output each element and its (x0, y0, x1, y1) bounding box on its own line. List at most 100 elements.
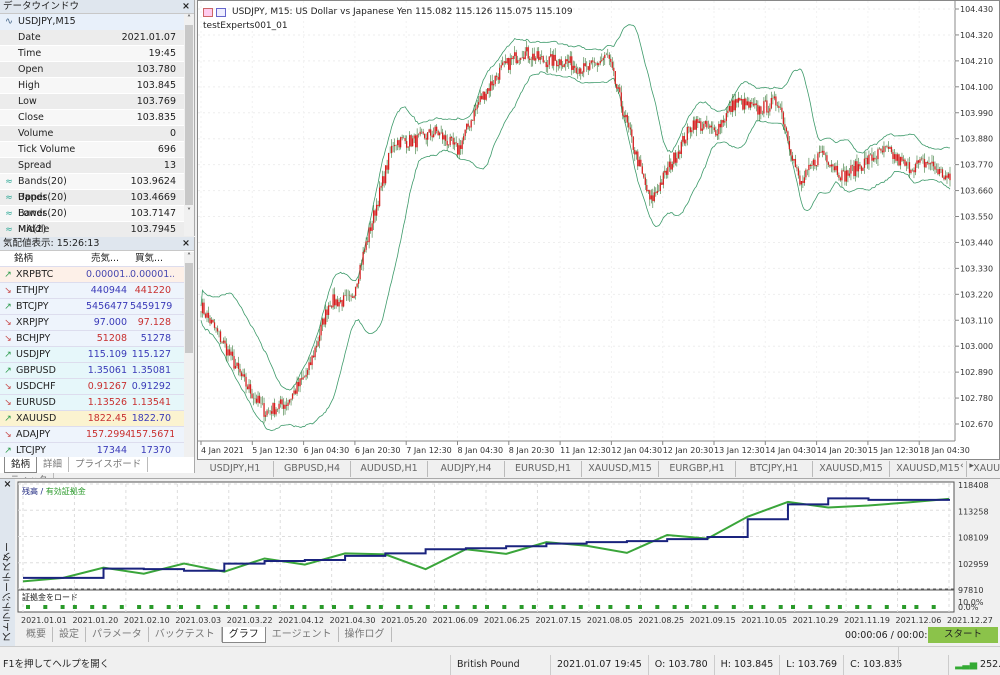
arrow-up-icon: ↗ (4, 350, 12, 360)
row-key: High (18, 80, 40, 91)
scrollbar[interactable]: ˄ ˅ (184, 14, 194, 236)
indicator-icon: ≈ (5, 225, 13, 235)
deposit-marker (867, 605, 872, 609)
tester-tab[interactable]: エージェント (266, 627, 339, 642)
symbol-row[interactable]: ↘ BCHJPY 51208 51278 (0, 331, 194, 347)
chart-bars-icon[interactable] (216, 7, 226, 17)
ask-price: 0.91292 (131, 381, 171, 392)
chart-tab[interactable]: AUDUSD,H1 (351, 461, 428, 477)
time-tick-label: 8 Jan 20:30 (509, 446, 555, 455)
price-tick-label: 102.780 (960, 394, 993, 403)
chart-tab[interactable]: EURGBP,H1 (659, 461, 736, 477)
data-row: ≈ Bands(20) Lower 103.4669 (0, 190, 194, 219)
symbol-row[interactable]: ↗ GBPUSD 1.35061 1.35081 (0, 363, 194, 379)
deposit-marker (531, 605, 536, 609)
market-watch-title-text: 気配値表示: 15:26:13 (3, 238, 100, 249)
symbol-name: EURUSD (16, 397, 56, 408)
deposit-marker (455, 605, 460, 609)
status-help: F1を押してヘルプを開く (3, 659, 110, 670)
chart-canvas[interactable]: 104.430 104.320 104.210 104.100 103.990 103.8… (198, 1, 1000, 461)
deposit-marker (332, 605, 336, 609)
tester-tab[interactable]: 設定 (53, 627, 86, 642)
time-tick-label: 4 Jan 2021 (201, 446, 244, 455)
tester-tab[interactable]: パラメータ (86, 627, 149, 642)
chart-tab[interactable]: XAUUSD,M15 (890, 461, 967, 477)
row-value: 696 (157, 144, 176, 155)
symbol-row[interactable]: ↗ BTCJPY 5456477 5459179 (0, 299, 194, 315)
ask-price: 441220 (134, 285, 171, 296)
chart-tab[interactable]: XAUUSD,M15 (582, 461, 659, 477)
price-tick-label: 104.320 (960, 31, 993, 40)
market-watch-tab[interactable]: 詳細 (37, 457, 70, 472)
chart-grid-icon[interactable] (203, 7, 213, 17)
data-window: データウインドウ × ∿ USDJPY,M15 Date 2021.01.07 Time… (0, 0, 195, 238)
chart-tab[interactable]: BTCJPY,H1 (736, 461, 813, 477)
market-watch-tab[interactable]: 銘柄 (4, 457, 38, 473)
row-key: Tick Volume (18, 144, 76, 155)
tab-scroll-arrows[interactable]: ‹ ▸ (960, 461, 974, 471)
bid-price: 1.35061 (87, 365, 127, 376)
status-profile[interactable]: British Pound (450, 655, 550, 675)
date-tick-label: 2021.02.10 (124, 616, 170, 625)
tester-tab[interactable]: 操作ログ (339, 627, 392, 642)
symbol-row[interactable]: ↗ USDJPY 115.109 115.127 (0, 347, 194, 363)
tester-tab[interactable]: バックテスト (149, 627, 222, 642)
legend-legend_sep: / (38, 487, 46, 496)
bid-price: 440944 (90, 285, 127, 296)
y-tick-label: 97810 (958, 586, 983, 595)
status-high: H: 103.845 (713, 655, 780, 675)
deposit-marker (549, 605, 554, 609)
start-button[interactable]: スタート (928, 627, 998, 643)
strategy-tester: × ストラテジーテスター 118408 113258 108109 102959 978… (0, 478, 1000, 646)
tester-tabs: 概要 設定 パラメータ バックテスト グラフ エージェント 操作ログ (20, 627, 392, 643)
column-symbol[interactable]: 銘柄 (8, 251, 78, 266)
deposit-marker (672, 605, 677, 609)
symbol-row[interactable]: ↘ USDCHF 0.91267 0.91292 (0, 379, 194, 395)
tester-tab[interactable]: 概要 (20, 627, 53, 642)
status-connection[interactable]: ▂▃▅ 252.71 ms (948, 655, 1000, 675)
row-value: 2021.01.07 (121, 32, 176, 43)
symbol-row[interactable]: ↗ LTCJPY 17344 17370 (0, 443, 194, 457)
close-icon[interactable]: × (0, 479, 15, 490)
date-tick-label: 2021.03.22 (227, 616, 273, 625)
arrow-up-icon: ↗ (4, 270, 12, 280)
symbol-row[interactable]: ↘ ETHJPY 440944 441220 (0, 283, 194, 299)
symbol-row[interactable]: ↘ ADAJPY 157.2994 157.5671 (0, 427, 194, 443)
deposit-marker (749, 605, 754, 609)
deposit-marker (243, 605, 248, 609)
deposit-marker (90, 605, 95, 609)
data-row: ≈ Bands(20) Upper 103.9624 (0, 174, 194, 203)
symbol-name: BTCJPY (16, 301, 49, 312)
scrollbar[interactable]: ˄ (184, 252, 194, 457)
tester-side-label: × ストラテジーテスター (0, 479, 15, 646)
market-watch-tab[interactable]: プライスボード (69, 457, 149, 472)
symbol-name: ETHJPY (16, 285, 50, 296)
data-row: ≈ Bands(20) Middle 103.7147 (0, 206, 194, 235)
symbol-row[interactable]: ↗ XAUUSD 1822.45 1822.70 (0, 411, 194, 427)
arrow-up-icon: ↗ (4, 414, 12, 424)
chart-tab[interactable]: AUDJPY,H4 (428, 461, 505, 477)
deposit-marker (213, 605, 218, 609)
price-chart[interactable]: 104.430 104.320 104.210 104.100 103.990 103.8… (197, 0, 1000, 460)
status-bar: F1を押してヘルプを開く British Pound 2021.01.07 19:4… (0, 646, 1000, 675)
symbol-row[interactable]: ↘ EURUSD 1.13526 1.13541 (0, 395, 194, 411)
deposit-marker (561, 605, 566, 609)
chart-tab[interactable]: XAUUSD,M15 (813, 461, 890, 477)
data-row: Close 103.835 (0, 110, 194, 126)
arrow-down-icon: ↘ (4, 430, 12, 440)
column-ask[interactable]: 買気... (122, 251, 166, 266)
symbol-row[interactable]: ↘ XRPJPY 97.000 97.128 (0, 315, 194, 331)
chart-tab[interactable]: USDJPY,H1 (197, 461, 274, 477)
close-icon[interactable]: × (182, 237, 190, 251)
tester-tab[interactable]: グラフ (221, 627, 266, 643)
chart-tab[interactable]: GBPUSD,H4 (274, 461, 351, 477)
deposit-marker (855, 605, 860, 609)
market-watch-rows: ↗ XRPBTC 0.00001... 0.00001... ↘ ETHJPY 440944… (0, 267, 194, 457)
elapsed-time: 00:00:06 / 00:00:06 (845, 630, 940, 641)
chart-tab[interactable]: EURUSD,H1 (505, 461, 582, 477)
close-icon[interactable]: × (182, 0, 190, 14)
deposit-marker (702, 605, 707, 609)
deposit-marker (26, 605, 30, 609)
column-bid[interactable]: 売気... (78, 251, 122, 266)
symbol-row[interactable]: ↗ XRPBTC 0.00001... 0.00001... (0, 267, 194, 283)
